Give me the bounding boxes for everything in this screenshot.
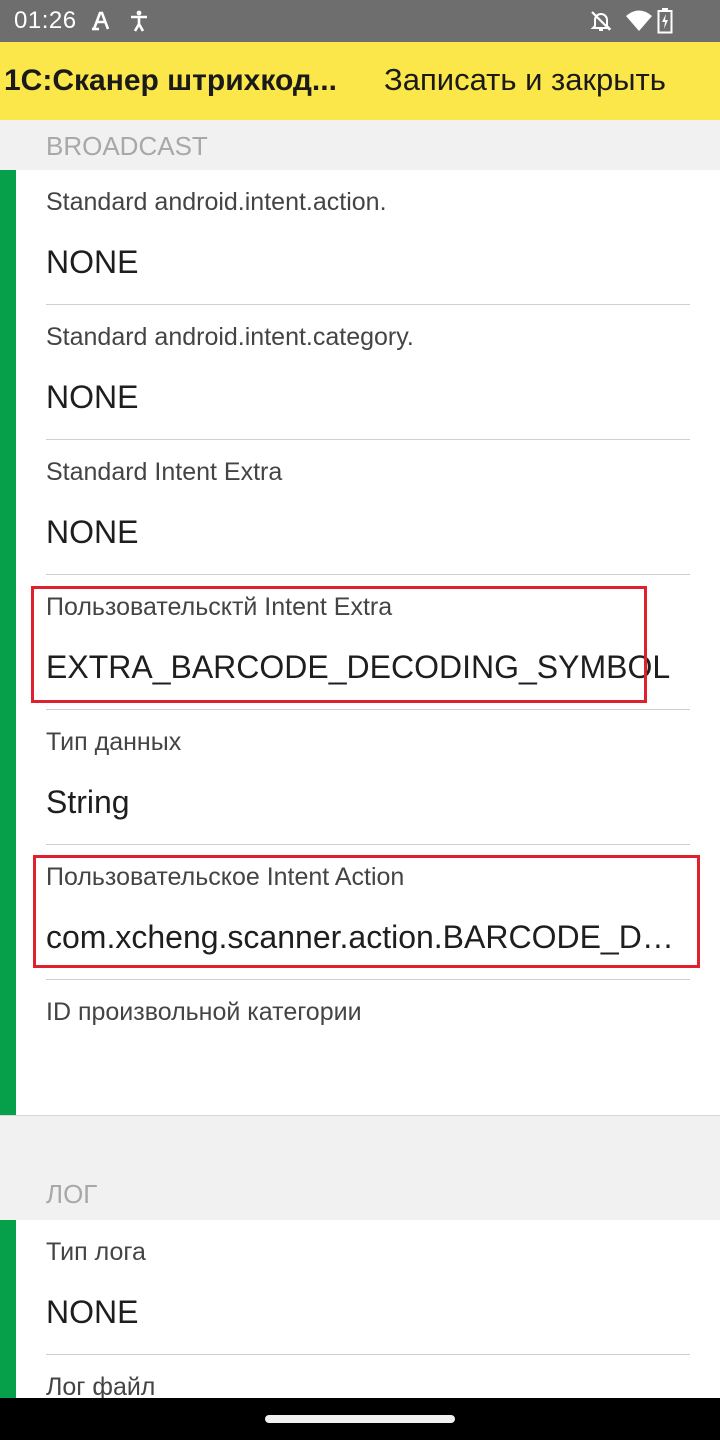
field-label: Тип данных [46,728,182,756]
field-label: Standard android.intent.action. [46,188,387,216]
field-log-type[interactable]: Тип лога NONE [46,1220,690,1355]
section-accent-bar [0,1220,16,1398]
battery-charging-icon [656,8,674,34]
field-data-type[interactable]: Тип данных String [46,710,690,845]
field-label: Лог файл [46,1373,156,1398]
section-accent-bar [0,170,16,1115]
section-title-log: ЛОГ [46,1179,98,1209]
save-and-close-button[interactable]: Записать и закрыть [384,62,666,98]
highlight-box-intent-extra [31,586,647,703]
a-notification-icon [88,8,114,34]
section-header-log: ЛОГ [0,1116,720,1220]
field-custom-category-id[interactable]: ID произвольной категории [46,980,690,1115]
field-value: String [46,784,130,820]
field-value: NONE [46,514,139,550]
navigation-bar [0,1398,720,1440]
status-time: 01:26 [14,7,77,34]
field-value: NONE [46,379,139,415]
log-panel: Тип лога NONE Лог файл [0,1220,720,1398]
highlight-box-intent-action [33,855,700,968]
wifi-icon [624,8,654,34]
accessibility-icon [126,8,152,34]
bell-off-icon [587,8,615,34]
field-value: NONE [46,1294,139,1330]
field-standard-intent-extra[interactable]: Standard Intent Extra NONE [46,440,690,575]
app-bar: 1С:Сканер штрихкод... Записать и закрыть [0,42,720,121]
field-standard-action[interactable]: Standard android.intent.action. NONE [46,170,690,305]
app-title: 1С:Сканер штрихкод... [4,64,337,97]
field-label: Standard android.intent.category. [46,323,414,351]
field-log-file[interactable]: Лог файл [46,1355,690,1398]
field-standard-category[interactable]: Standard android.intent.category. NONE [46,305,690,440]
section-header-broadcast: BROADCAST [0,120,720,170]
field-value: NONE [46,244,139,280]
field-label: Standard Intent Extra [46,458,283,486]
field-label: Тип лога [46,1238,146,1266]
status-bar: 01:26 [0,0,720,42]
section-title-broadcast: BROADCAST [46,131,208,161]
field-label: ID произвольной категории [46,998,362,1026]
home-gesture-handle[interactable] [265,1415,455,1423]
